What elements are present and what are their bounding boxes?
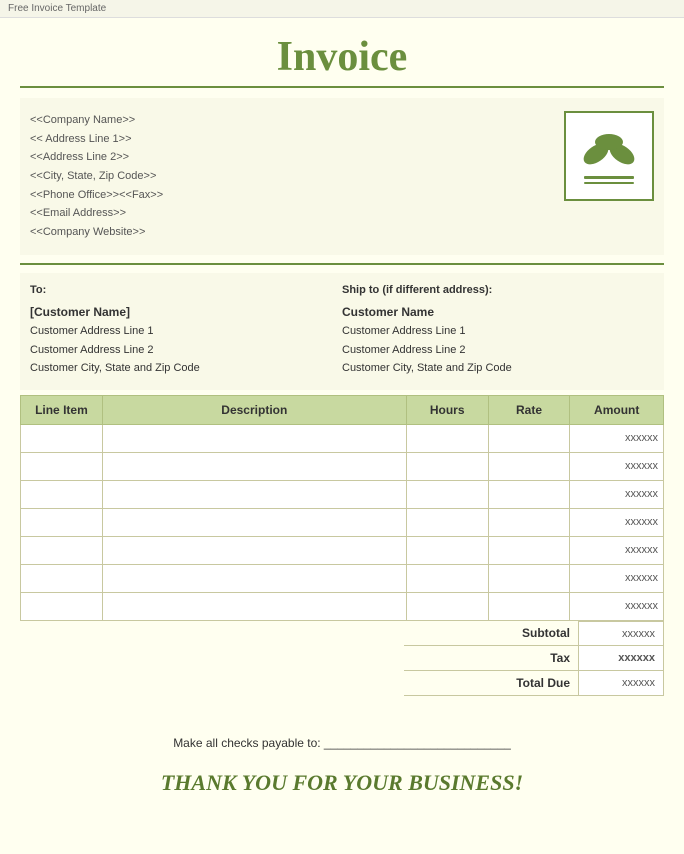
watermark-bar: Free Invoice Template bbox=[0, 0, 684, 18]
logo-box bbox=[564, 111, 654, 201]
cell-rate[interactable] bbox=[488, 508, 570, 536]
table-row: xxxxxx bbox=[21, 452, 664, 480]
header-section: <<Company Name>> << Address Line 1>> <<A… bbox=[20, 98, 664, 255]
bill-city: Customer City, State and Zip Code bbox=[30, 359, 342, 378]
logo-svg bbox=[574, 124, 644, 189]
cell-rate[interactable] bbox=[488, 452, 570, 480]
totals-wrapper: Subtotal xxxxxx Tax xxxxxx Total Due xxx… bbox=[20, 621, 664, 697]
cell-lineitem[interactable] bbox=[21, 452, 103, 480]
cell-rate[interactable] bbox=[488, 424, 570, 452]
company-website: <<Company Website>> bbox=[30, 223, 544, 242]
cell-lineitem[interactable] bbox=[21, 564, 103, 592]
company-address2: <<Address Line 2>> bbox=[30, 148, 544, 167]
cell-lineitem[interactable] bbox=[21, 536, 103, 564]
subtotal-label: Subtotal bbox=[404, 621, 579, 646]
cell-lineitem[interactable] bbox=[21, 592, 103, 620]
cell-amount: xxxxxx bbox=[570, 564, 664, 592]
totals-inner: Subtotal xxxxxx Tax xxxxxx Total Due xxx… bbox=[404, 621, 664, 697]
table-row: xxxxxx bbox=[21, 508, 664, 536]
cell-hours[interactable] bbox=[406, 452, 488, 480]
customer-name-ship: Customer Name bbox=[342, 302, 654, 322]
invoice-table: Line Item Description Hours Rate Amount … bbox=[20, 395, 664, 621]
subtotal-value: xxxxxx bbox=[579, 621, 664, 646]
cell-hours[interactable] bbox=[406, 536, 488, 564]
cell-hours[interactable] bbox=[406, 508, 488, 536]
cell-amount: xxxxxx bbox=[570, 536, 664, 564]
header-divider bbox=[20, 263, 664, 265]
watermark-text: Free Invoice Template bbox=[8, 3, 106, 14]
company-address1: << Address Line 1>> bbox=[30, 130, 544, 149]
ship-to-label: Ship to (if different address): bbox=[342, 281, 654, 300]
cell-description[interactable] bbox=[102, 536, 406, 564]
cell-lineitem[interactable] bbox=[21, 424, 103, 452]
bill-to: To: [Customer Name] Customer Address Lin… bbox=[30, 281, 342, 378]
cell-hours[interactable] bbox=[406, 480, 488, 508]
cell-description[interactable] bbox=[102, 564, 406, 592]
totals-table: Subtotal xxxxxx Tax xxxxxx Total Due xxx… bbox=[404, 621, 664, 697]
ship-to: Ship to (if different address): Customer… bbox=[342, 281, 654, 378]
invoice-title: Invoice bbox=[20, 28, 664, 86]
tax-label: Tax bbox=[404, 646, 579, 671]
table-row: xxxxxx bbox=[21, 592, 664, 620]
total-due-value: xxxxxx bbox=[579, 671, 664, 696]
company-info: <<Company Name>> << Address Line 1>> <<A… bbox=[20, 106, 554, 247]
subtotal-row: Subtotal xxxxxx bbox=[404, 621, 664, 646]
bill-to-label: To: bbox=[30, 281, 342, 300]
company-email: <<Email Address>> bbox=[30, 204, 544, 223]
th-hours: Hours bbox=[406, 395, 488, 424]
company-name: <<Company Name>> bbox=[30, 111, 544, 130]
cell-rate[interactable] bbox=[488, 536, 570, 564]
table-row: xxxxxx bbox=[21, 536, 664, 564]
cell-amount: xxxxxx bbox=[570, 480, 664, 508]
logo-leaves bbox=[574, 124, 644, 189]
ship-addr1: Customer Address Line 1 bbox=[342, 322, 654, 341]
th-description: Description bbox=[102, 395, 406, 424]
th-lineitem: Line Item bbox=[21, 395, 103, 424]
cell-description[interactable] bbox=[102, 452, 406, 480]
cell-hours[interactable] bbox=[406, 564, 488, 592]
cell-amount: xxxxxx bbox=[570, 508, 664, 536]
cell-rate[interactable] bbox=[488, 564, 570, 592]
title-divider bbox=[20, 86, 664, 88]
footer-section: Make all checks payable to: ____________… bbox=[20, 726, 664, 806]
bill-addr2: Customer Address Line 2 bbox=[30, 341, 342, 360]
table-row: xxxxxx bbox=[21, 564, 664, 592]
totaldue-row: Total Due xxxxxx bbox=[404, 671, 664, 696]
cell-lineitem[interactable] bbox=[21, 480, 103, 508]
cell-rate[interactable] bbox=[488, 480, 570, 508]
cell-description[interactable] bbox=[102, 592, 406, 620]
cell-lineitem[interactable] bbox=[21, 508, 103, 536]
tax-value: xxxxxx bbox=[579, 646, 664, 671]
cell-description[interactable] bbox=[102, 480, 406, 508]
table-row: xxxxxx bbox=[21, 424, 664, 452]
tax-row: Tax xxxxxx bbox=[404, 646, 664, 671]
table-row: xxxxxx bbox=[21, 480, 664, 508]
cell-description[interactable] bbox=[102, 424, 406, 452]
table-header-row: Line Item Description Hours Rate Amount bbox=[21, 395, 664, 424]
th-amount: Amount bbox=[570, 395, 664, 424]
cell-amount: xxxxxx bbox=[570, 592, 664, 620]
bill-addr1: Customer Address Line 1 bbox=[30, 322, 342, 341]
cell-hours[interactable] bbox=[406, 424, 488, 452]
customer-name-bill: [Customer Name] bbox=[30, 302, 342, 322]
company-phone: <<Phone Office>><<Fax>> bbox=[30, 186, 544, 205]
th-rate: Rate bbox=[488, 395, 570, 424]
thank-you: THANK YOU FOR YOUR BUSINESS! bbox=[30, 770, 654, 796]
ship-city: Customer City, State and Zip Code bbox=[342, 359, 654, 378]
cell-rate[interactable] bbox=[488, 592, 570, 620]
billing-section: To: [Customer Name] Customer Address Lin… bbox=[20, 273, 664, 390]
total-due-label: Total Due bbox=[404, 671, 579, 696]
cell-hours[interactable] bbox=[406, 592, 488, 620]
ship-addr2: Customer Address Line 2 bbox=[342, 341, 654, 360]
checks-payable: Make all checks payable to: ____________… bbox=[30, 736, 654, 750]
cell-description[interactable] bbox=[102, 508, 406, 536]
cell-amount: xxxxxx bbox=[570, 452, 664, 480]
cell-amount: xxxxxx bbox=[570, 424, 664, 452]
invoice-tbody: xxxxxxxxxxxxxxxxxxxxxxxxxxxxxxxxxxxxxxxx… bbox=[21, 424, 664, 620]
company-city: <<City, State, Zip Code>> bbox=[30, 167, 544, 186]
